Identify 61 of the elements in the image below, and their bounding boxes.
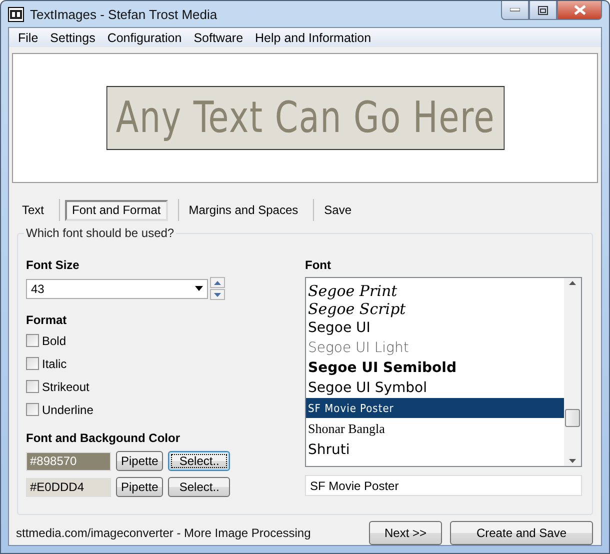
minimize-button[interactable] <box>501 1 529 20</box>
font-list-item[interactable]: Segoe UI <box>306 318 564 338</box>
select-button[interactable]: Select.. <box>168 451 230 471</box>
preview-text: Any Text Can Go Here <box>106 86 504 150</box>
menu-item[interactable]: Help and Information <box>249 30 378 44</box>
down-arrow-icon <box>214 292 221 296</box>
window-title: TextImages - Stefan Trost Media <box>30 6 218 22</box>
color-field[interactable]: #898570 <box>26 452 111 470</box>
maximize-button[interactable] <box>529 1 557 20</box>
font-name-field[interactable]: SF Movie Poster <box>305 475 582 496</box>
checkbox-label: Italic <box>42 356 67 370</box>
tab[interactable]: Text <box>17 200 50 220</box>
checkbox-label: Bold <box>42 334 66 348</box>
website-link[interactable]: sttmedia.com/imageconverter - More Image Processing <box>16 526 311 540</box>
close-button[interactable] <box>557 1 602 20</box>
tab[interactable]: Save <box>319 200 356 220</box>
select-button[interactable]: Select.. <box>168 477 230 497</box>
spin-up-button[interactable] <box>210 277 225 288</box>
dropdown-arrow-icon <box>195 286 203 291</box>
tab[interactable]: Font and Format <box>65 200 168 220</box>
minimize-icon <box>510 8 520 12</box>
scrollbar[interactable] <box>564 278 581 466</box>
font-list-item[interactable]: Shonar Bangla <box>306 418 564 440</box>
group-legend: Which font should be used? <box>24 226 176 240</box>
scroll-up-icon[interactable] <box>569 281 576 285</box>
checkbox[interactable] <box>26 380 39 393</box>
scroll-down-icon[interactable] <box>569 459 576 463</box>
tab[interactable]: Margins and Spaces <box>184 200 304 220</box>
font-list-item[interactable]: Segoe Print <box>306 282 564 300</box>
font-list-item[interactable]: Segoe UI Semibold <box>306 358 564 378</box>
menu-item[interactable]: Configuration <box>101 30 188 44</box>
create-and-save-button[interactable]: Create and Save <box>450 521 593 545</box>
spin-down-button[interactable] <box>210 289 225 300</box>
font-list-item[interactable]: Segoe UI Light <box>306 338 564 358</box>
scroll-thumb[interactable] <box>565 409 580 427</box>
up-arrow-icon <box>214 280 221 284</box>
color-field[interactable]: #E0DDD4 <box>26 478 111 496</box>
checkbox[interactable] <box>26 334 39 347</box>
checkbox-label: Underline <box>42 402 94 416</box>
checkbox-label: Strikeout <box>42 380 90 394</box>
font-list-item[interactable]: Segoe Script <box>306 300 564 318</box>
color-label: Font and Backgound Color <box>26 431 181 445</box>
font-size-label: Font Size <box>26 258 80 272</box>
pipette-button[interactable]: Pipette <box>116 477 164 497</box>
close-icon <box>574 5 586 15</box>
font-label: Font <box>305 258 332 272</box>
checkbox[interactable] <box>26 357 39 370</box>
app-icon <box>8 6 24 22</box>
menu-item[interactable]: Settings <box>44 30 102 44</box>
font-list-item[interactable]: Shruti <box>306 440 564 460</box>
font-list-item[interactable]: SF Movie Poster <box>306 398 564 418</box>
format-label: Format <box>26 313 68 327</box>
menu-item[interactable]: File <box>12 30 44 44</box>
maximize-icon <box>538 6 548 14</box>
font-list[interactable]: Segoe Print Segoe Script Segoe UI Segoe UI Light Segoe UI Semibold Segoe UI Symbol SF Movie Poster Shonar Bangla Shruti <box>305 277 582 467</box>
next-button[interactable]: Next >> <box>369 521 442 545</box>
checkbox[interactable] <box>26 403 39 416</box>
menu-item[interactable]: Software <box>188 30 250 44</box>
pipette-button[interactable]: Pipette <box>116 451 164 471</box>
font-size-dropdown[interactable]: 43 <box>26 278 208 298</box>
font-list-item[interactable]: Segoe UI Symbol <box>306 378 564 398</box>
